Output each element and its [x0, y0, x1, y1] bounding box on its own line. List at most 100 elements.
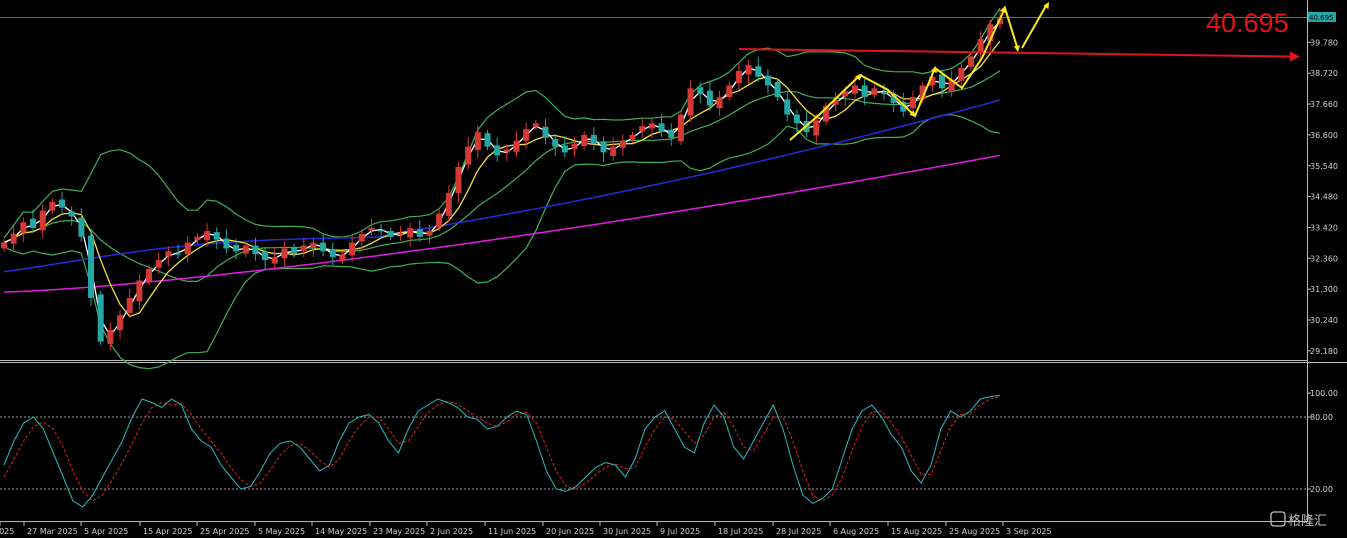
candle-body	[793, 114, 800, 124]
candle-body	[1, 242, 7, 249]
candle-body	[687, 88, 694, 116]
date-tick-label: 15 Apr 2025	[143, 527, 192, 536]
oscillator-tick-label: 100.00	[1310, 389, 1338, 398]
price-chart: 39.780 38.720 37.660 36.600 35.540 34.480 33.4…	[0, 0, 1347, 538]
candle-body	[871, 88, 878, 95]
candle-body	[445, 193, 452, 216]
candle-body	[977, 38, 984, 53]
date-tick-label: 23 May 2025	[373, 527, 425, 536]
candle-body	[242, 245, 249, 254]
price-tick-label: 35.540	[1310, 162, 1338, 171]
candle-body	[745, 65, 752, 75]
date-tick-label: 14 May 2025	[315, 527, 367, 536]
price-tick-label: 36.600	[1310, 131, 1338, 140]
candle-body	[764, 75, 771, 86]
candle-body	[590, 134, 597, 144]
candle-body	[619, 140, 626, 148]
candle-body	[600, 141, 607, 153]
candle-body	[542, 126, 549, 138]
candle-body	[648, 123, 655, 129]
candle-body	[213, 232, 220, 240]
date-tick-label: 3 Sep 2025	[1006, 527, 1052, 536]
candle-body	[639, 126, 646, 132]
date-tick-label: 11 Jun 2025	[488, 527, 536, 536]
candle-body	[310, 242, 317, 248]
price-tick-label: 30.240	[1310, 316, 1338, 325]
price-annotation-label: 40.695	[1206, 8, 1289, 38]
candle-body	[610, 146, 617, 156]
date-tick-label: 15 Aug 2025	[891, 527, 942, 536]
candle-body	[436, 213, 443, 228]
candle-body	[474, 132, 481, 151]
candle-body	[938, 74, 945, 89]
candle-body	[88, 235, 95, 298]
date-tick-label: 28 Jul 2025	[776, 527, 821, 536]
candle-body	[658, 123, 665, 133]
candle-body	[339, 254, 346, 261]
candle-body	[136, 280, 143, 302]
candle-body	[68, 211, 75, 217]
date-tick-label: 6 Aug 2025	[833, 527, 879, 536]
candle-body	[262, 251, 269, 261]
candle-body	[784, 99, 791, 115]
date-tick-label: 30 Jun 2025	[603, 527, 651, 536]
candle-body	[329, 249, 336, 258]
candle-body	[513, 140, 520, 152]
candle-body	[958, 68, 965, 81]
candle-body	[397, 233, 404, 235]
candle-body	[503, 149, 510, 152]
candle-body	[407, 228, 414, 238]
candle-body	[532, 123, 539, 127]
candle-body	[813, 120, 820, 136]
candle-body	[184, 242, 191, 255]
candle-body	[20, 222, 27, 233]
candle-body	[358, 233, 365, 242]
candle-body	[204, 230, 211, 241]
price-tick-label: 29.180	[1310, 347, 1338, 356]
candle-body	[175, 253, 182, 255]
watermark-text: 格隆汇	[1288, 513, 1327, 529]
candle-body	[10, 233, 17, 244]
candle-body	[378, 230, 385, 232]
date-tick-label: 18 Jul 2025	[718, 527, 763, 536]
candle-body	[117, 315, 124, 330]
candle-body	[194, 236, 201, 241]
price-tick-label: 39.780	[1310, 38, 1338, 47]
candle-body	[571, 143, 578, 149]
price-tick-label: 33.420	[1310, 223, 1338, 232]
candle-body	[967, 56, 974, 67]
date-tick-label: 2025	[0, 527, 14, 536]
candle-body	[561, 145, 568, 153]
candle-body	[97, 294, 104, 342]
candle-body	[697, 87, 704, 95]
candle-body	[78, 217, 85, 237]
candle-body	[494, 145, 501, 156]
price-tick-label: 37.660	[1310, 100, 1338, 109]
candle-body	[484, 133, 491, 147]
price-tick-label: 34.480	[1310, 193, 1338, 202]
candle-body	[851, 85, 858, 94]
date-tick-label: 2 Jun 2025	[430, 527, 473, 536]
candle-body	[252, 245, 259, 255]
candle-body	[909, 97, 916, 109]
candle-body	[281, 248, 288, 259]
oscillator-tick-label: 20.00	[1310, 485, 1333, 494]
candle-body	[774, 81, 781, 98]
current-price-tag: 40.695	[1308, 12, 1336, 22]
candle-body	[677, 114, 684, 142]
oscillator-tick-label: 80.00	[1310, 413, 1333, 422]
candle-body	[552, 139, 559, 147]
date-tick-label: 5 Apr 2025	[84, 527, 128, 536]
candle-body	[387, 230, 394, 237]
date-tick-label: 25 Aug 2025	[949, 527, 1000, 536]
candle-body	[629, 134, 636, 140]
candle-body	[668, 129, 675, 138]
candle-body	[39, 210, 46, 231]
candle-body	[465, 146, 472, 165]
candle-body	[523, 129, 530, 141]
candle-body	[726, 85, 733, 98]
price-tick-label: 32.360	[1310, 254, 1338, 263]
date-tick-label: 5 May 2025	[258, 527, 305, 536]
candle-body	[233, 244, 240, 252]
candle-body	[126, 297, 133, 314]
